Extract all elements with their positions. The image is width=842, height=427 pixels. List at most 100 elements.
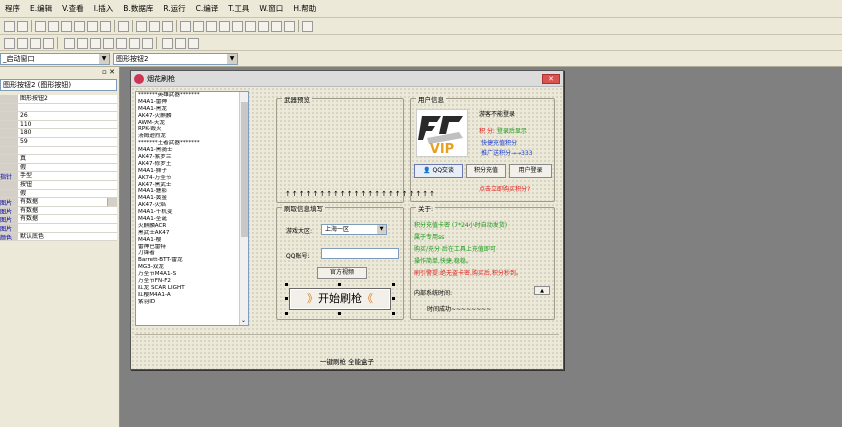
hand-icon[interactable] xyxy=(284,21,295,32)
menu-compile[interactable]: C.编译 xyxy=(191,3,224,14)
property-row[interactable]: 180 xyxy=(0,129,117,138)
v-spacing-icon[interactable] xyxy=(116,38,127,49)
property-row[interactable]: 图片 有数据 xyxy=(0,198,117,207)
close-button[interactable]: ✕ xyxy=(542,74,560,84)
list-item[interactable]: M4A1-魅影 xyxy=(136,188,248,195)
same-size-icon[interactable] xyxy=(90,38,101,49)
list-item[interactable]: *******王者武器******* xyxy=(136,140,248,147)
run-icon[interactable] xyxy=(180,21,191,32)
property-row[interactable]: 图形按钮2 xyxy=(0,95,117,104)
property-value[interactable] xyxy=(18,146,117,155)
list-item[interactable]: 万圣节FN-F2 xyxy=(136,278,248,285)
property-row[interactable]: 图片 有数据 xyxy=(0,215,117,224)
list-item[interactable]: M4A1-黑龙 xyxy=(136,106,248,113)
list-item[interactable]: 黑武士AK47 xyxy=(136,230,248,237)
align-right-icon[interactable] xyxy=(17,38,28,49)
property-row[interactable]: 110 xyxy=(0,120,117,130)
server-select[interactable]: 上海一区 ▼ xyxy=(321,224,387,235)
property-row[interactable]: 按钮 xyxy=(0,180,117,190)
cut-icon[interactable] xyxy=(35,21,46,32)
menu-help[interactable]: H.帮助 xyxy=(288,3,321,14)
list-item[interactable]: AK47-黑武士 xyxy=(136,182,248,189)
close-icon[interactable]: ▫ ✕ xyxy=(102,68,115,76)
list-item[interactable]: 刀锋者 xyxy=(136,250,248,257)
start-button[interactable]: 》开始刷枪《 xyxy=(289,288,391,310)
watch-icon[interactable] xyxy=(271,21,282,32)
list-item[interactable]: M4A1-圣诞 xyxy=(136,216,248,223)
delete-icon[interactable] xyxy=(74,21,85,32)
find-icon[interactable] xyxy=(118,21,129,32)
step-out-icon[interactable] xyxy=(245,21,256,32)
list-item[interactable]: *******英雄武器******* xyxy=(136,92,248,99)
selection-handle[interactable] xyxy=(285,312,288,315)
weapon-list[interactable]: *******英雄武器******* M4A1-雷神 M4A1-黑龙 AK47-火麒麟… xyxy=(135,91,249,326)
property-value[interactable]: 真 xyxy=(18,155,117,163)
property-row[interactable]: 假 xyxy=(0,189,117,199)
property-row[interactable] xyxy=(0,103,117,113)
property-value[interactable]: 110 xyxy=(18,120,117,129)
list-item[interactable]: 万圣节M4A1-S xyxy=(136,271,248,278)
list-item[interactable]: AK47-紫罗兰 xyxy=(136,154,248,161)
step-into-icon[interactable] xyxy=(219,21,230,32)
property-value[interactable]: 图形按钮2 xyxy=(18,95,117,103)
list-item[interactable]: Barrett-BTT-雷龙 xyxy=(136,257,248,264)
property-value[interactable]: 180 xyxy=(18,129,117,137)
control-selector[interactable]: 图形按钮2 ▼ xyxy=(113,53,238,65)
chevron-down-icon[interactable]: ▼ xyxy=(227,54,237,64)
property-row[interactable]: 假 xyxy=(0,163,117,173)
bring-front-icon[interactable] xyxy=(162,38,173,49)
panel-icon[interactable] xyxy=(149,21,160,32)
buy-points-link[interactable]: 点击立即购买积分? xyxy=(479,184,530,193)
selection-handle[interactable] xyxy=(285,283,288,286)
breakpoint-icon[interactable] xyxy=(258,21,269,32)
redo-icon[interactable] xyxy=(100,21,111,32)
list-item[interactable]: M4A1-雷神 xyxy=(136,99,248,106)
selection-handle[interactable] xyxy=(285,297,288,300)
menu-edit[interactable]: E.编辑 xyxy=(25,3,57,14)
same-height-icon[interactable] xyxy=(77,38,88,49)
list-item[interactable]: AK47-火焰 xyxy=(136,202,248,209)
align-bottom-icon[interactable] xyxy=(43,38,54,49)
layout-icon[interactable] xyxy=(162,21,173,32)
property-value[interactable]: 有数据 xyxy=(18,206,117,215)
recharge-button[interactable]: 积分充值 xyxy=(466,164,506,178)
property-row[interactable]: 图片 xyxy=(0,223,117,233)
copy-icon[interactable] xyxy=(48,21,59,32)
menu-window[interactable]: W.窗口 xyxy=(254,3,288,14)
property-row[interactable]: 图片 有数据 xyxy=(0,206,117,216)
menu-view[interactable]: V.查看 xyxy=(57,3,89,14)
step-icon[interactable] xyxy=(206,21,217,32)
list-item[interactable]: RPK-毁灭 xyxy=(136,126,248,133)
property-value[interactable]: 59 xyxy=(18,137,117,146)
list-item[interactable]: 红樱M4A1-A xyxy=(136,292,248,299)
property-row[interactable]: 26 xyxy=(0,112,117,121)
chevron-down-icon[interactable]: ▼ xyxy=(99,54,109,64)
menu-tools[interactable]: T.工具 xyxy=(223,3,254,14)
align-left-icon[interactable] xyxy=(4,38,15,49)
promo-link[interactable]: 推广送积分→→333 xyxy=(481,148,533,157)
same-width-icon[interactable] xyxy=(64,38,75,49)
qq-chat-button[interactable]: 👤 QQ交谈 xyxy=(414,164,463,178)
save-all-icon[interactable] xyxy=(17,21,28,32)
list-item[interactable]: M4A1-樱 xyxy=(136,237,248,244)
login-button[interactable]: 用户登录 xyxy=(509,164,552,178)
center-h-icon[interactable] xyxy=(129,38,140,49)
align-top-icon[interactable] xyxy=(30,38,41,49)
property-row[interactable]: 真 xyxy=(0,155,117,164)
property-row[interactable]: 指针 手型 xyxy=(0,172,117,181)
selection-handle[interactable] xyxy=(338,312,341,315)
list-item[interactable]: AK74-万圣节 xyxy=(136,175,248,182)
list-item[interactable]: AWM-天龙 xyxy=(136,120,248,127)
send-back-icon[interactable] xyxy=(175,38,186,49)
list-item[interactable]: M4A1-黑骑士 xyxy=(136,147,248,154)
list-item[interactable]: M4A1-黄金 xyxy=(136,195,248,202)
chevron-down-icon[interactable]: ▼ xyxy=(377,225,386,234)
list-item[interactable]: M4A1-狮子 xyxy=(136,168,248,175)
list-item[interactable]: 雷神巴雷特 xyxy=(136,244,248,251)
undo-icon[interactable] xyxy=(87,21,98,32)
menu-insert[interactable]: I.插入 xyxy=(89,3,119,14)
list-item[interactable]: 红龙 SCAR LIGHT xyxy=(136,285,248,292)
chevron-down-icon[interactable]: ⌄ xyxy=(241,317,246,324)
list-item[interactable]: 汤姆逊烈龙 xyxy=(136,133,248,140)
center-v-icon[interactable] xyxy=(142,38,153,49)
